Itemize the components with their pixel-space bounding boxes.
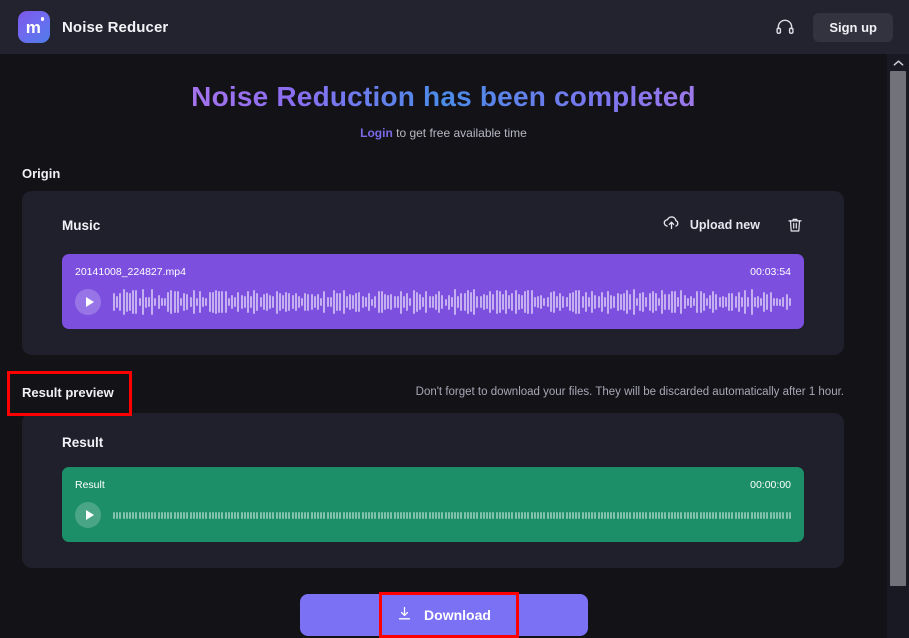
origin-track-body — [75, 288, 791, 316]
app-header: m Noise Reducer Sign up — [0, 0, 909, 54]
origin-card: Music Upload new 20141008_224827.mp4 00:… — [22, 191, 844, 355]
result-card: Result Result 00:00:00 — [22, 413, 844, 568]
app-title: Noise Reducer — [62, 18, 169, 36]
download-row: Download — [0, 594, 887, 636]
upload-new-label: Upload new — [689, 218, 760, 232]
play-icon — [85, 297, 94, 307]
upload-new-button[interactable]: Upload new — [662, 213, 760, 237]
scroll-up-arrow-icon[interactable] — [887, 54, 909, 71]
origin-section-label: Origin — [22, 166, 61, 181]
logo-letter: m — [25, 17, 41, 37]
result-track-info: Result 00:00:00 — [75, 477, 791, 493]
origin-card-header: Music Upload new — [62, 213, 804, 237]
vertical-scrollbar[interactable] — [887, 54, 909, 638]
result-preview-header: Result preview Don't forget to download … — [22, 381, 844, 403]
result-preview-label: Result preview — [22, 384, 114, 400]
download-label: Download — [424, 607, 491, 623]
result-waveform[interactable] — [113, 501, 791, 529]
cloud-upload-icon — [662, 213, 681, 237]
headset-icon[interactable] — [774, 16, 796, 38]
result-track-duration: 00:00:00 — [750, 479, 791, 491]
login-link[interactable]: Login — [360, 126, 393, 140]
result-play-button[interactable] — [75, 502, 101, 528]
login-prompt: Login to get free available time — [0, 126, 887, 140]
origin-card-title: Music — [62, 217, 101, 233]
logo-dot-icon — [40, 17, 44, 21]
result-card-header: Result — [62, 435, 804, 450]
login-prompt-text: to get free available time — [392, 126, 527, 140]
header-actions: Sign up — [774, 12, 893, 42]
page-title: Noise Reduction has been completed — [0, 81, 887, 113]
app-logo-icon: m — [18, 11, 50, 43]
brand: m Noise Reducer — [18, 11, 168, 43]
result-track-filename: Result — [75, 479, 105, 491]
trash-icon[interactable] — [786, 216, 804, 234]
origin-track-duration: 00:03:54 — [750, 266, 791, 278]
result-track-body — [75, 501, 791, 529]
origin-play-button[interactable] — [75, 289, 101, 315]
download-button[interactable]: Download — [299, 594, 588, 636]
scrollbar-thumb[interactable] — [890, 71, 906, 586]
origin-track-filename: 20141008_224827.mp4 — [75, 266, 186, 278]
origin-card-actions: Upload new — [662, 213, 804, 237]
origin-track-info: 20141008_224827.mp4 00:03:54 — [75, 264, 791, 280]
page-content: Noise Reduction has been completed Login… — [0, 54, 887, 638]
result-card-title: Result — [62, 435, 104, 450]
play-icon — [85, 510, 94, 520]
result-discard-note: Don't forget to download your files. The… — [415, 386, 844, 398]
download-icon — [396, 605, 413, 625]
origin-waveform[interactable] — [113, 288, 791, 316]
result-audio-track[interactable]: Result 00:00:00 — [62, 467, 804, 542]
sign-up-button[interactable]: Sign up — [813, 12, 893, 42]
origin-audio-track[interactable]: 20141008_224827.mp4 00:03:54 — [62, 254, 804, 329]
